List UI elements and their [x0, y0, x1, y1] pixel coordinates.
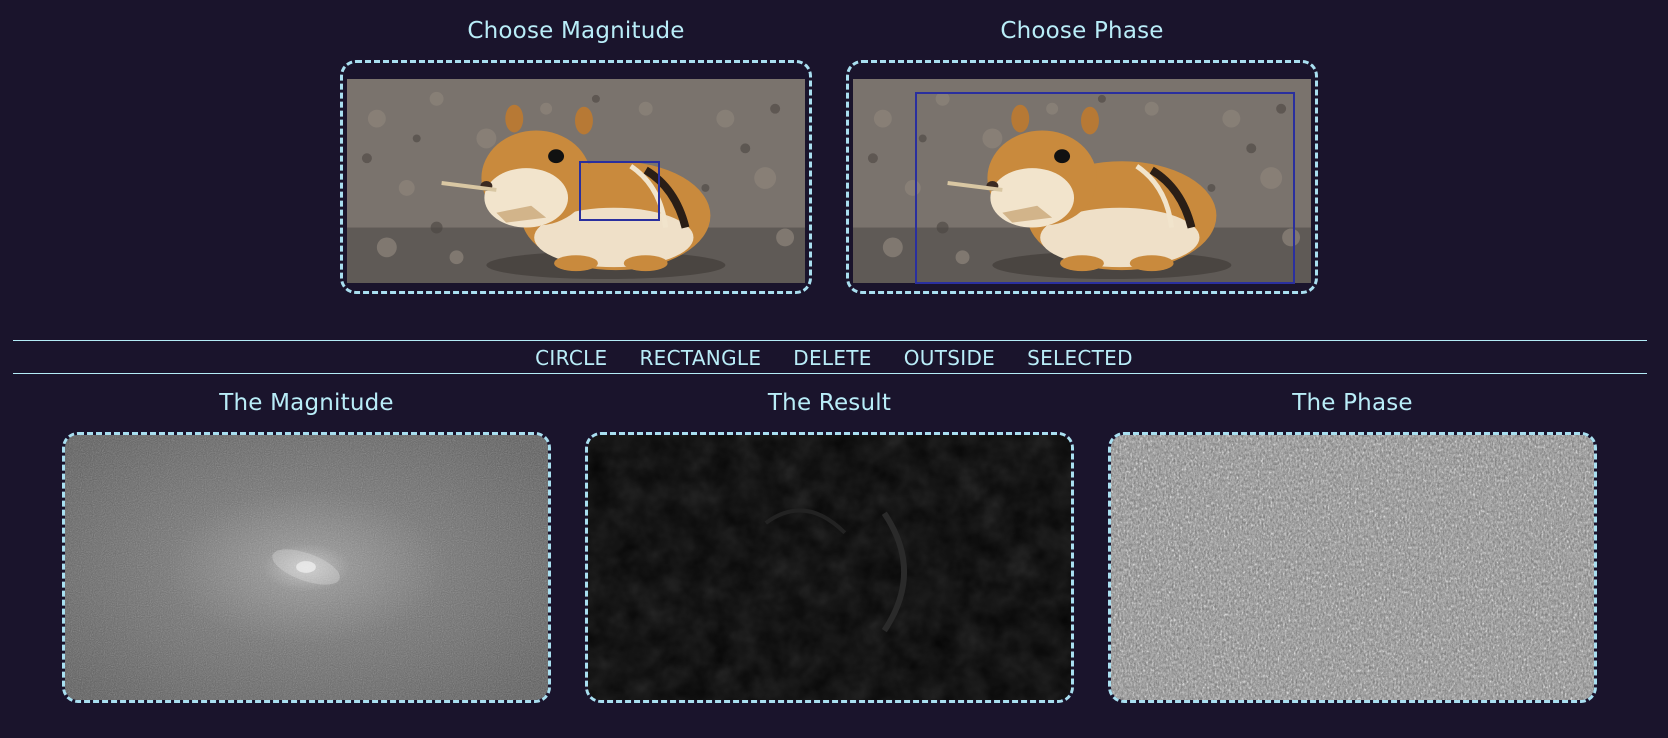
magnitude-source-image[interactable]: [347, 79, 805, 283]
delete-button[interactable]: DELETE: [793, 346, 871, 370]
result-output-title: The Result: [767, 390, 892, 416]
toolbar-bottom-divider: [13, 373, 1647, 374]
magnitude-output-panel: [62, 432, 551, 703]
outside-button[interactable]: OUTSIDE: [904, 346, 995, 370]
result-output-panel: [585, 432, 1074, 703]
rectangle-button[interactable]: RECTANGLE: [639, 346, 761, 370]
choose-magnitude-title: Choose Magnitude: [467, 18, 685, 44]
choose-phase-title: Choose Phase: [1000, 18, 1164, 44]
magnitude-spectrum-image: [65, 435, 548, 700]
phase-source-panel[interactable]: [846, 60, 1318, 294]
circle-button[interactable]: CIRCLE: [535, 346, 607, 370]
magnitude-selection-rectangle[interactable]: [579, 161, 660, 221]
phase-output-title: The Phase: [1292, 390, 1413, 416]
shape-toolbar: CIRCLE RECTANGLE DELETE OUTSIDE SELECTED: [0, 340, 1668, 376]
result-image: [588, 435, 1071, 700]
magnitude-source-panel[interactable]: [340, 60, 812, 294]
selected-button[interactable]: SELECTED: [1027, 346, 1133, 370]
phase-spectrum-image: [1111, 435, 1594, 700]
phase-output-panel: [1108, 432, 1597, 703]
magnitude-output-title: The Magnitude: [219, 390, 394, 416]
chipmunk-image: [347, 79, 805, 283]
phase-selection-rectangle[interactable]: [915, 92, 1295, 284]
